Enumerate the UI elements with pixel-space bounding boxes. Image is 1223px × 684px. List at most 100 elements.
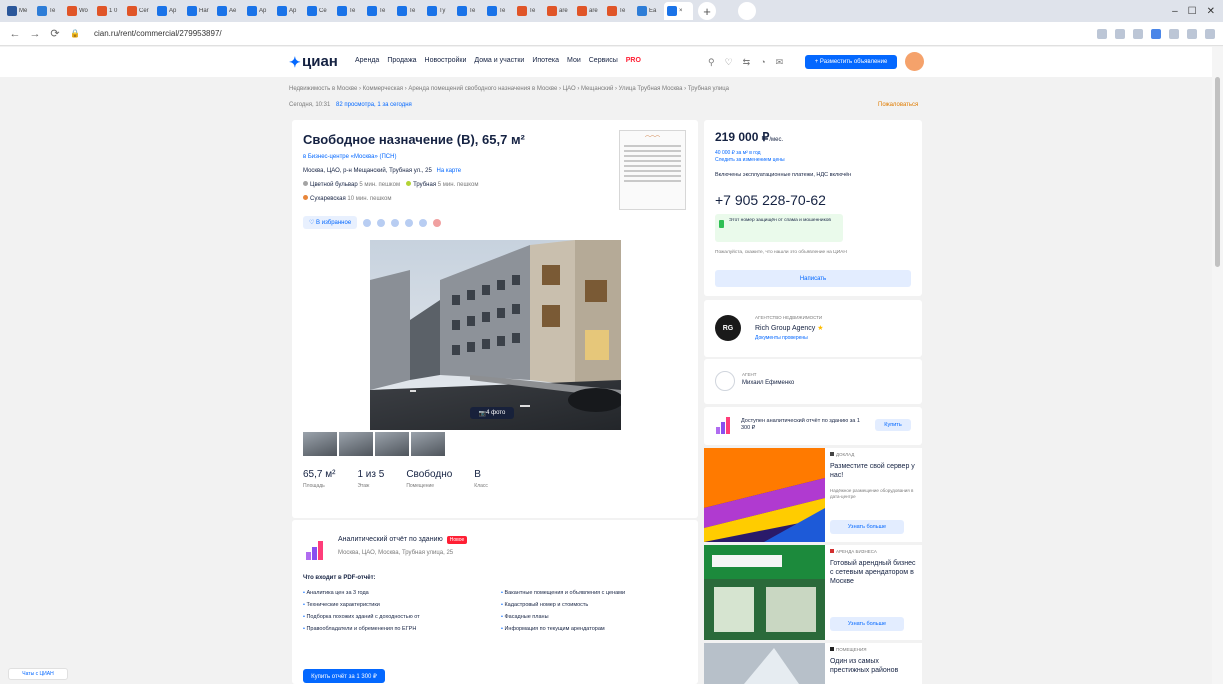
nav-item[interactable]: Новостройки	[425, 57, 467, 64]
extension-icon[interactable]	[1115, 28, 1125, 39]
agency-card[interactable]: RG АГЕНТСТВО НЕДВИЖИМОСТИ Rich Group Age…	[704, 300, 922, 357]
browser-tab[interactable]: Te	[454, 2, 483, 20]
nav-item[interactable]: Дома и участки	[474, 57, 524, 64]
url-field[interactable]: cian.ru/rent/commercial/279953897/	[94, 29, 222, 38]
extension-icon[interactable]	[1097, 28, 1107, 39]
browser-tab[interactable]: are	[544, 2, 573, 20]
chat-button[interactable]: Чаты с ЦИАН	[8, 668, 68, 680]
thumbnail[interactable]	[375, 432, 409, 456]
nav-item-pro[interactable]: PRO	[626, 57, 641, 64]
scroll-thumb[interactable]	[1215, 77, 1220, 267]
close-window-icon[interactable]: ✕	[1207, 6, 1215, 17]
reload-icon[interactable]: ⟳	[48, 27, 62, 40]
browser-tab[interactable]: Ce	[304, 2, 333, 20]
business-center-link[interactable]: в Бизнес-центре «Москва» (ПСН)	[303, 154, 396, 160]
messages-icon[interactable]: ✉	[776, 57, 784, 68]
price-watch-link[interactable]: Следить за изменением цены	[715, 157, 785, 164]
favorite-button[interactable]: ♡ В избранное	[303, 216, 358, 229]
download-icon[interactable]	[391, 218, 400, 227]
write-button[interactable]: Написать	[715, 270, 911, 287]
maximize-icon[interactable]: ☐	[1188, 6, 1197, 17]
thumbnail[interactable]	[303, 432, 337, 456]
ad-title[interactable]: Разместите свой сервер у нас!	[830, 462, 918, 480]
scrollbar[interactable]	[1212, 47, 1223, 684]
views-count[interactable]: 82 просмотра, 1 за сегодня	[336, 102, 412, 108]
browser-tab[interactable]: Har	[184, 2, 213, 20]
thumbnail[interactable]	[411, 432, 445, 456]
browser-tab[interactable]: Te	[514, 2, 543, 20]
browser-tab[interactable]: Wo	[64, 2, 93, 20]
spec-item: 1 из 5 Этаж	[357, 469, 384, 489]
compare-icon[interactable]	[363, 218, 372, 227]
post-ad-button[interactable]: + Разместить объявление	[805, 55, 897, 69]
extension-icon[interactable]	[1169, 28, 1179, 39]
ad-card[interactable]: АРЕНДА БИЗНЕСА Готовый арендный бизнес с…	[704, 545, 922, 640]
browser-tab[interactable]: Cer	[124, 2, 153, 20]
minimize-icon[interactable]: –	[1172, 6, 1178, 17]
phone-number[interactable]: +7 905 228-70-62	[715, 192, 826, 208]
nav-item[interactable]: Сервисы	[589, 57, 618, 64]
browser-tab[interactable]: Te	[364, 2, 393, 20]
new-tab-button[interactable]: +	[698, 2, 716, 20]
ad-card[interactable]: ПОМЕЩЕНИЯ Один из самых престижных район…	[704, 643, 922, 684]
report-promo-button[interactable]: Купить	[875, 419, 911, 431]
nav-item[interactable]: Мои	[567, 57, 581, 64]
browser-tab[interactable]: Ty	[424, 2, 453, 20]
browser-tab[interactable]: Te	[34, 2, 63, 20]
spec-item: Свободно Помещение	[406, 469, 452, 489]
menu-icon[interactable]	[1205, 28, 1215, 39]
metro-station[interactable]: Сухаревская 10 мин. пешком	[303, 195, 391, 202]
metro-station[interactable]: Цветной бульвар 5 мин. пешком	[303, 181, 400, 188]
breadcrumb[interactable]: Недвижимость в Москве › Коммерческая › А…	[289, 86, 729, 92]
complain-link[interactable]: Пожаловаться	[878, 102, 918, 108]
agency-name[interactable]: Rich Group Agency ★	[755, 324, 824, 332]
tab-label: Te	[379, 8, 386, 14]
buy-report-button[interactable]: Купить отчёт за 1 300 ₽	[303, 669, 385, 683]
ad-card[interactable]: ДОКЛАД Разместите свой сервер у нас! Над…	[704, 448, 922, 542]
user-avatar[interactable]	[905, 52, 924, 71]
ad-title[interactable]: Готовый арендный бизнес с сетевым аренда…	[830, 559, 918, 586]
main-photo[interactable]	[370, 240, 621, 430]
photo-count-button[interactable]: 📷 4 фото	[470, 407, 514, 419]
thumbnail[interactable]	[339, 432, 373, 456]
browser-tab[interactable]: Te	[604, 2, 633, 20]
browser-tab[interactable]: Me	[4, 2, 33, 20]
cian-logo[interactable]: ✦ циан	[289, 53, 338, 70]
browser-tab[interactable]: Ae	[214, 2, 243, 20]
note-icon[interactable]	[419, 218, 428, 227]
nav-item[interactable]: Аренда	[355, 57, 379, 64]
print-icon[interactable]	[405, 218, 414, 227]
browser-tab[interactable]: are	[574, 2, 603, 20]
hide-icon[interactable]	[433, 218, 442, 227]
browser-tab[interactable]: Ap	[244, 2, 273, 20]
compare-icon[interactable]: ⇆	[743, 57, 751, 68]
extension-icon[interactable]	[1133, 28, 1143, 39]
browser-tab[interactable]: Te	[334, 2, 363, 20]
metro-station[interactable]: Трубная 5 мин. пешком	[406, 181, 478, 188]
nav-item[interactable]: Ипотека	[532, 57, 559, 64]
notifications-icon[interactable]: ◔	[760, 57, 765, 68]
nav-item[interactable]: Продажа	[387, 57, 416, 64]
browser-tab[interactable]: Ap	[154, 2, 183, 20]
browser-tab[interactable]: Ap	[274, 2, 303, 20]
browser-tab[interactable]: Te	[484, 2, 513, 20]
browser-tab[interactable]: Te	[394, 2, 423, 20]
tab-label: are	[589, 8, 598, 14]
ad-title[interactable]: Один из самых престижных районов	[830, 657, 918, 675]
profile-icon[interactable]	[738, 2, 756, 20]
browser-tab[interactable]: ×	[664, 2, 693, 20]
forward-icon[interactable]: →	[28, 28, 42, 40]
favorites-icon[interactable]: ♡	[725, 57, 733, 68]
agency-banner[interactable]: ⌒⌒⌒	[619, 130, 686, 210]
main-nav: Аренда Продажа Новостройки Дома и участки Ип…	[355, 57, 641, 64]
browser-tab[interactable]: Ea	[634, 2, 663, 20]
map-link[interactable]: На карте	[436, 168, 461, 174]
ad-button[interactable]: Узнать больше	[830, 617, 904, 631]
extension-icon[interactable]	[1151, 28, 1161, 39]
extension-icon[interactable]	[1187, 28, 1197, 39]
search-icon[interactable]: ⚲	[708, 57, 715, 68]
browser-tab[interactable]: 1 0	[94, 2, 123, 20]
share-icon[interactable]	[377, 218, 386, 227]
ad-button[interactable]: Узнать больше	[830, 520, 904, 534]
back-icon[interactable]: ←	[8, 28, 22, 40]
